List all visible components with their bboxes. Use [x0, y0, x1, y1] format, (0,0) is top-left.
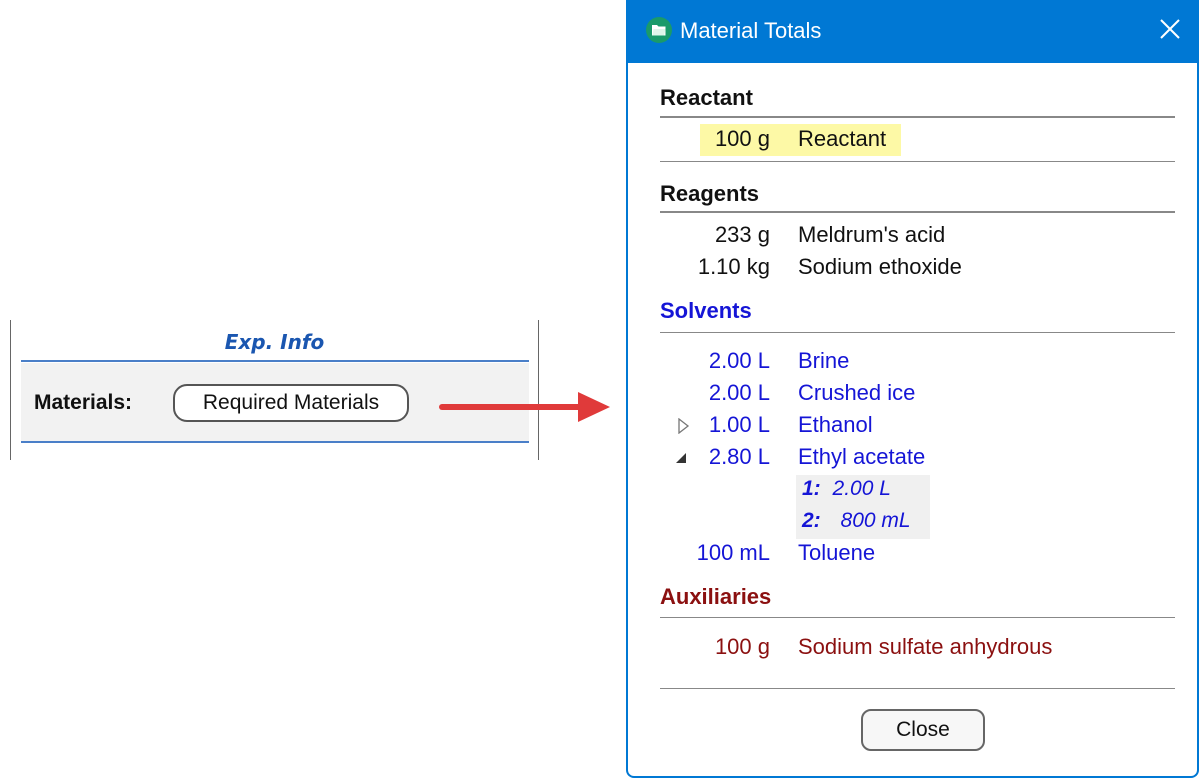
section-heading-reactant: Reactant	[660, 85, 753, 110]
divider	[660, 116, 1175, 118]
breakdown-row: 2: 800 mL	[802, 509, 911, 533]
arrow-right-icon	[439, 392, 610, 422]
divider	[660, 332, 1175, 333]
section-heading-auxiliaries: Auxiliaries	[660, 584, 772, 609]
folder-app-icon	[646, 17, 672, 43]
divider	[21, 441, 529, 443]
item-quantity: 2.00 L	[708, 380, 770, 405]
item-name: Toluene	[798, 540, 876, 565]
divider	[660, 211, 1175, 213]
divider	[660, 688, 1175, 689]
item-name: Sodium ethoxide	[798, 254, 962, 279]
item-quantity: 1.00 L	[708, 412, 770, 437]
divider	[660, 617, 1175, 618]
dialog-titlebar: Material Totals	[628, 0, 1197, 63]
close-icon[interactable]	[1159, 18, 1181, 40]
breakdown-quantity: 800 mL	[840, 509, 911, 532]
item-name: Ethyl acetate	[798, 444, 926, 469]
materials-label: Materials:	[34, 391, 133, 414]
material-totals-dialog: Material Totals Reactant 100 g Reactant …	[626, 0, 1199, 778]
item-name: Ethanol	[798, 412, 873, 437]
divider	[21, 360, 529, 362]
item-quantity: 100 mL	[696, 540, 770, 565]
section-heading-reagents: Reagents	[660, 181, 760, 206]
breakdown-quantity: 2.00 L	[832, 477, 891, 500]
breakdown-index: 2:	[802, 509, 821, 532]
item-quantity: 1.10 kg	[697, 254, 770, 279]
close-button[interactable]: Close	[861, 709, 985, 751]
dialog-title: Material Totals	[680, 18, 822, 43]
item-name: Reactant	[798, 126, 887, 151]
item-quantity: 100 g	[714, 634, 770, 659]
item-quantity: 233 g	[714, 222, 770, 247]
item-quantity: 2.80 L	[708, 444, 770, 469]
divider	[660, 161, 1175, 162]
required-materials-button[interactable]: Required Materials	[173, 384, 409, 422]
exp-info-title: Exp. Info	[224, 330, 325, 354]
item-name: Meldrum's acid	[798, 222, 946, 247]
item-quantity: 2.00 L	[708, 348, 770, 373]
item-name: Sodium sulfate anhydrous	[798, 634, 1053, 659]
item-quantity: 100 g	[714, 126, 770, 151]
section-heading-solvents: Solvents	[660, 298, 752, 323]
breakdown-index: 1:	[802, 477, 821, 500]
item-name: Brine	[798, 348, 850, 373]
item-name: Crushed ice	[798, 380, 916, 405]
breakdown-row: 1: 2.00 L	[802, 477, 891, 501]
